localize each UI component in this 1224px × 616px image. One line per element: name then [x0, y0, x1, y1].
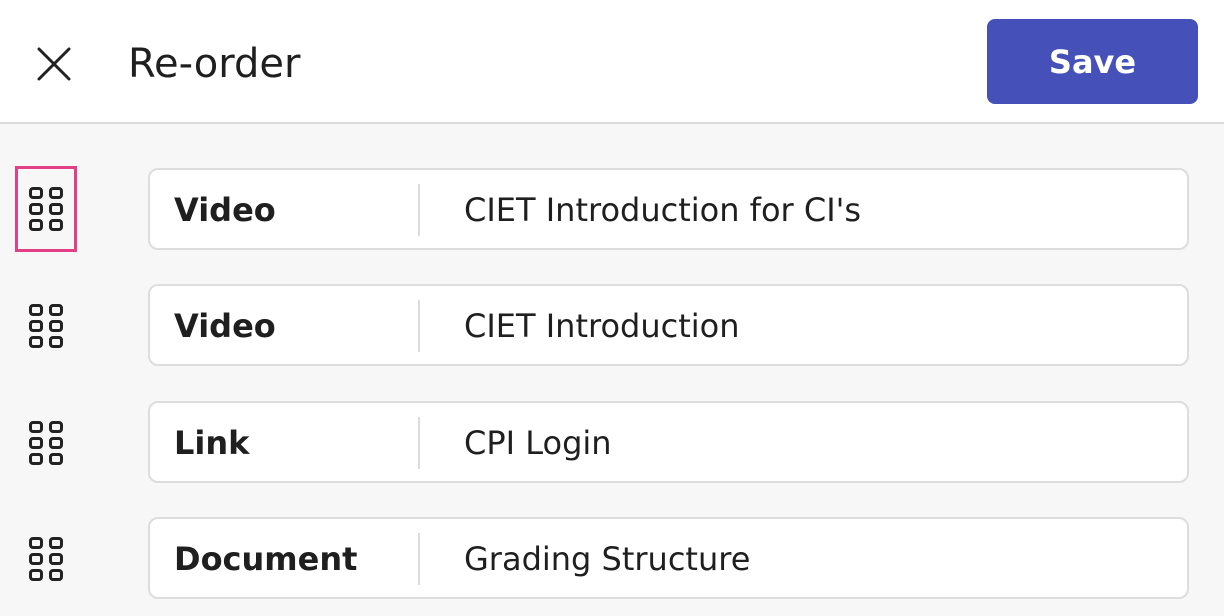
content-type-label: Video [174, 307, 276, 345]
page-title: Re-order [128, 41, 301, 87]
content-card[interactable]: Video CIET Introduction for CI's [148, 168, 1189, 250]
divider [418, 417, 420, 469]
drag-handle-icon [29, 187, 63, 231]
content-type-label: Document [174, 540, 358, 578]
drag-handle-icon [29, 421, 63, 465]
save-button[interactable]: Save [987, 19, 1198, 104]
list-item: Document Grading Structure [0, 517, 1224, 601]
drag-handle[interactable] [15, 166, 77, 252]
content-type-label: Link [174, 424, 250, 462]
drag-handle[interactable] [15, 517, 77, 601]
list-item: Link CPI Login [0, 401, 1224, 485]
divider [418, 184, 420, 236]
content-type-label: Video [174, 191, 276, 229]
divider [418, 533, 420, 585]
content-title: Grading Structure [464, 540, 751, 578]
drag-handle[interactable] [15, 401, 77, 485]
content-card[interactable]: Document Grading Structure [148, 517, 1189, 599]
content-title: CIET Introduction for CI's [464, 191, 862, 229]
close-icon [37, 47, 71, 81]
list-item: Video CIET Introduction [0, 284, 1224, 368]
divider [418, 300, 420, 352]
close-button[interactable] [26, 36, 82, 92]
list-item: Video CIET Introduction for CI's [0, 166, 1224, 252]
content-title: CIET Introduction [464, 307, 740, 345]
drag-handle[interactable] [15, 284, 77, 368]
content-card[interactable]: Video CIET Introduction [148, 284, 1189, 366]
header-bar: Re-order Save [0, 0, 1224, 124]
content-card[interactable]: Link CPI Login [148, 401, 1189, 483]
drag-handle-icon [29, 537, 63, 581]
content-title: CPI Login [464, 424, 612, 462]
drag-handle-icon [29, 304, 63, 348]
